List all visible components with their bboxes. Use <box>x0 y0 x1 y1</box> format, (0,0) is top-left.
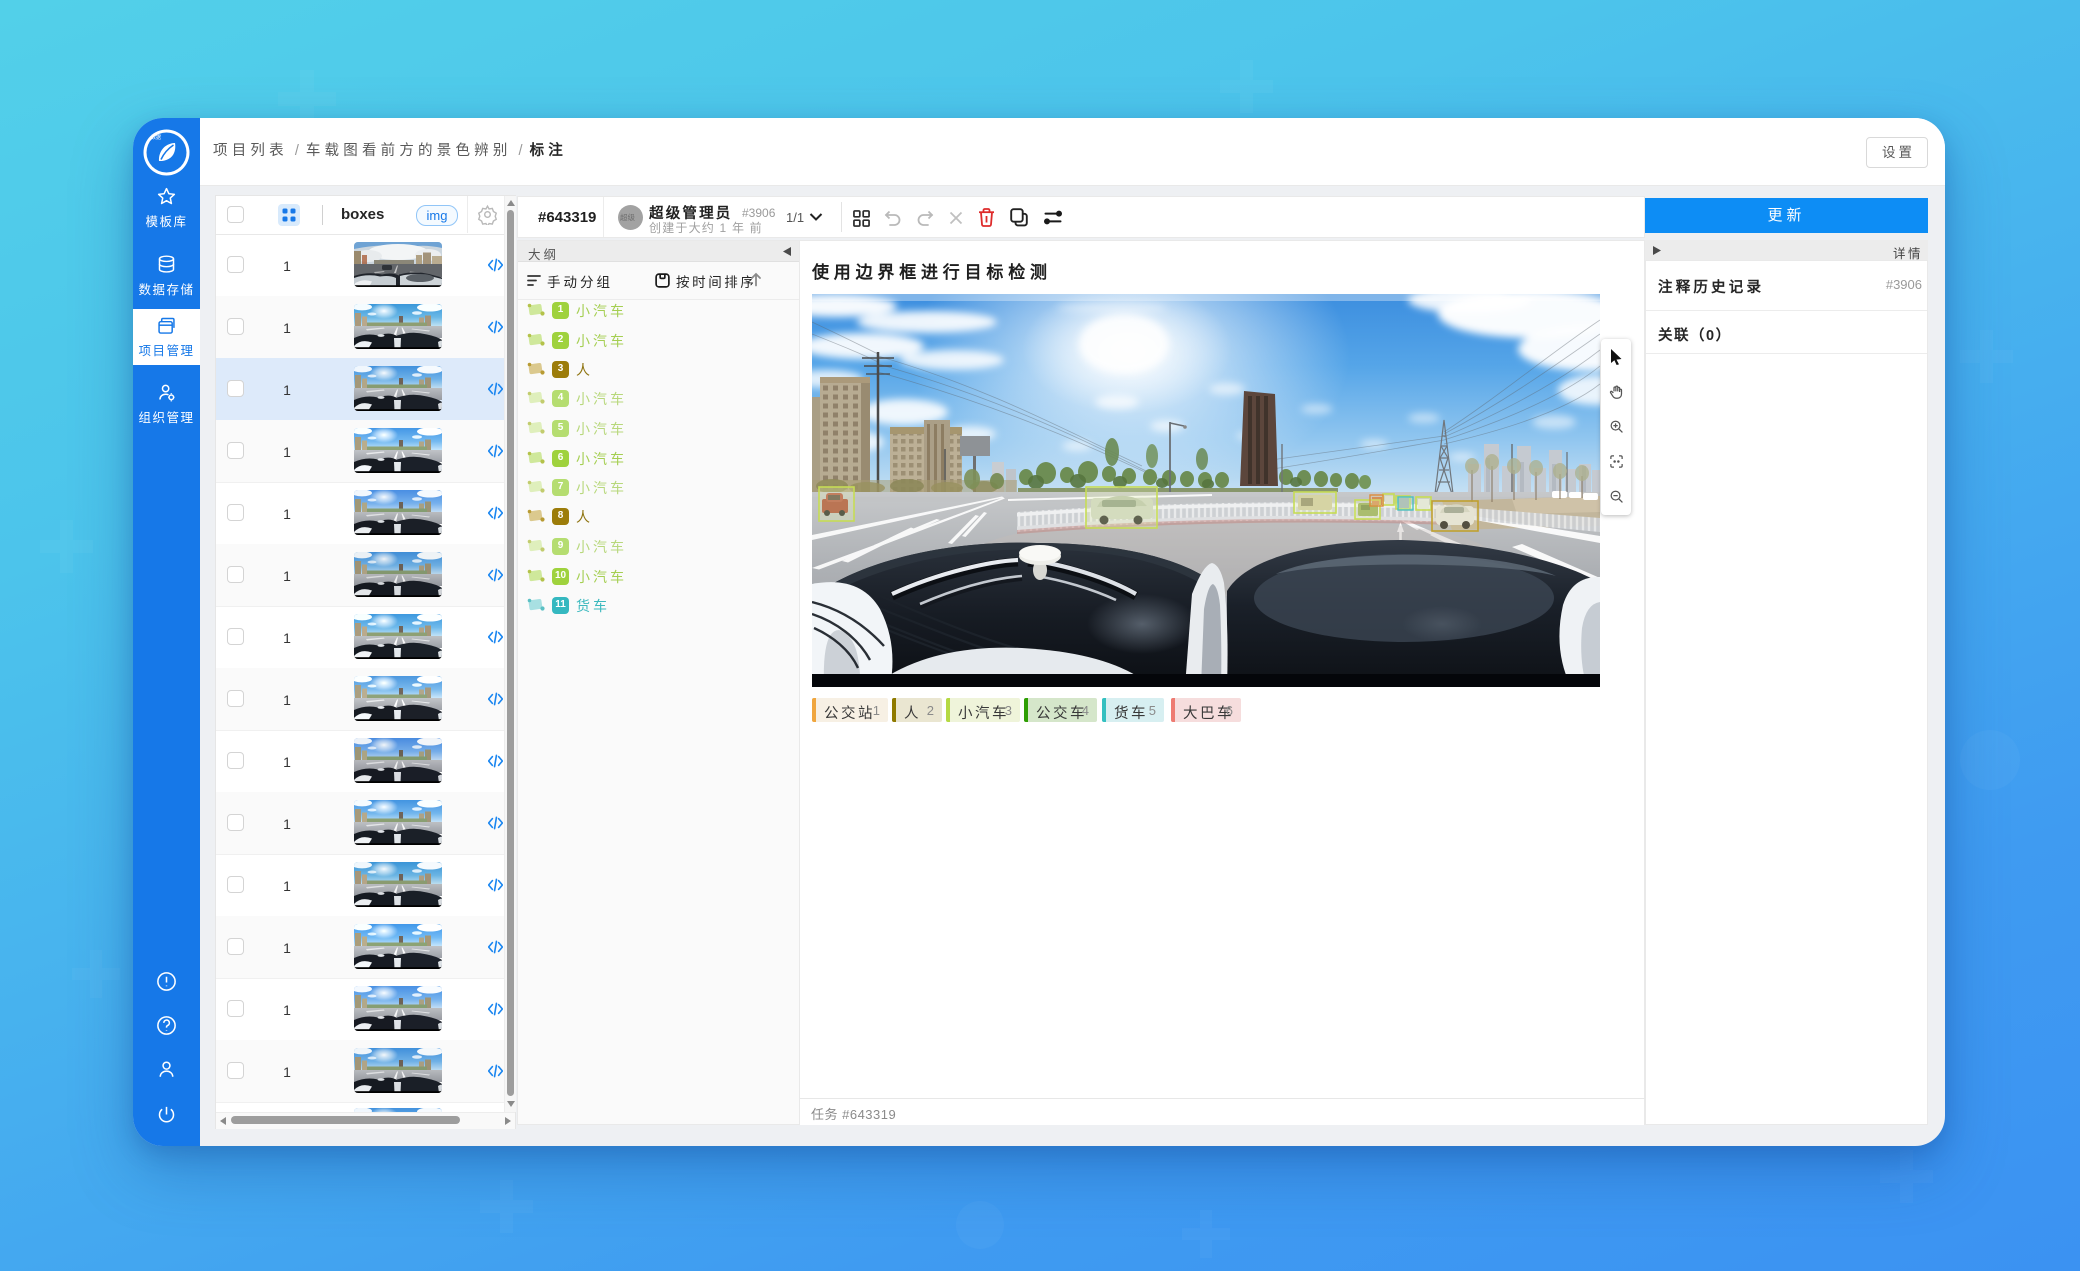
svg-text:数据: 数据 <box>151 134 161 141</box>
